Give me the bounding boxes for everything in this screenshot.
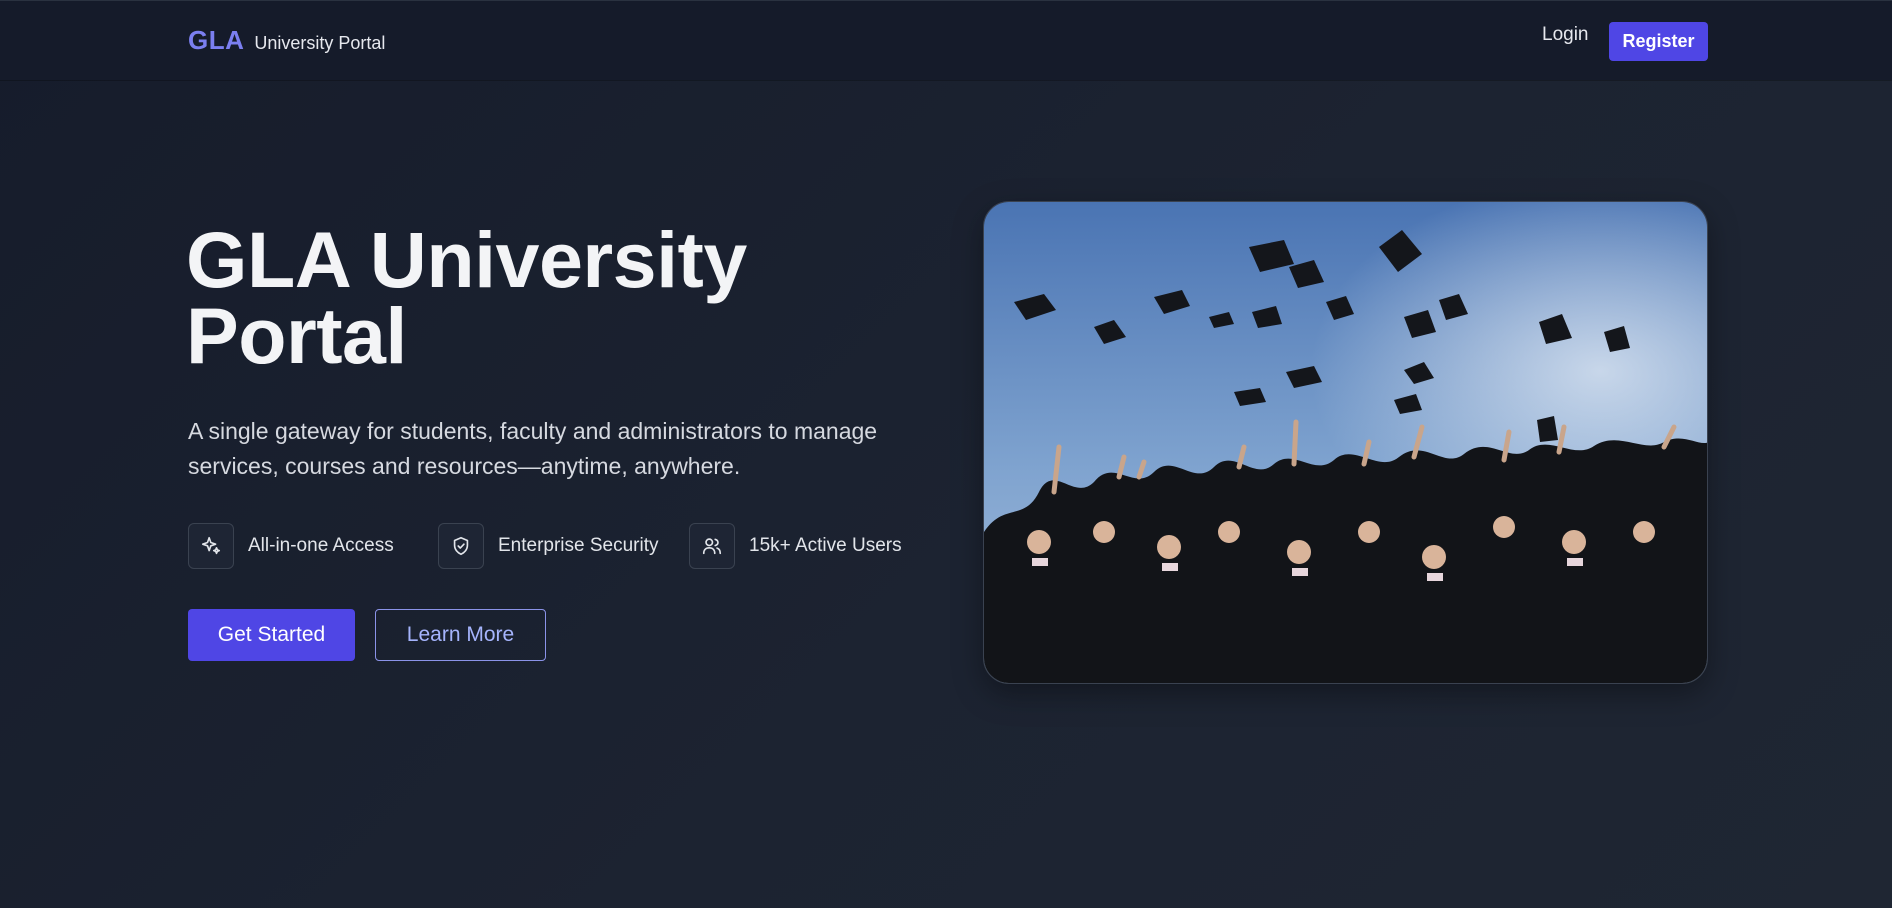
- feature-label: All-in-one Access: [248, 535, 394, 556]
- feature-label: 15k+ Active Users: [749, 535, 902, 556]
- brand-name: University Portal: [254, 33, 386, 53]
- hero-subtitle-line1: A single gateway for students, faculty a…: [188, 418, 878, 444]
- learn-more-button[interactable]: Learn More: [375, 609, 546, 661]
- hero-title-line2: Portal: [186, 291, 407, 380]
- register-button[interactable]: Register: [1609, 22, 1708, 61]
- feature-list: All-in-one Access Enterprise Security 15…: [188, 523, 948, 569]
- hero-subtitle-line2: services, courses and resources—anytime,…: [188, 453, 741, 479]
- brand-logo[interactable]: GLA University Portal: [188, 25, 385, 56]
- graduation-photo-illustration: [984, 202, 1707, 683]
- users-icon: [689, 523, 735, 569]
- brand-mark: GLA: [188, 25, 245, 55]
- sparkles-icon: [188, 523, 234, 569]
- shield-check-icon: [438, 523, 484, 569]
- login-link[interactable]: Login: [1542, 24, 1589, 46]
- feature-all-in-one-access: All-in-one Access: [188, 523, 394, 569]
- get-started-button[interactable]: Get Started: [188, 609, 355, 661]
- feature-active-users: 15k+ Active Users: [689, 523, 902, 569]
- hero-graduation-image: [983, 201, 1708, 684]
- hero-subtitle: A single gateway for students, faculty a…: [188, 414, 948, 484]
- feature-label: Enterprise Security: [498, 535, 659, 556]
- hero-title: GLA University Portal: [186, 220, 886, 375]
- feature-enterprise-security: Enterprise Security: [438, 523, 659, 569]
- top-navbar: GLA University Portal Login Register: [0, 0, 1892, 80]
